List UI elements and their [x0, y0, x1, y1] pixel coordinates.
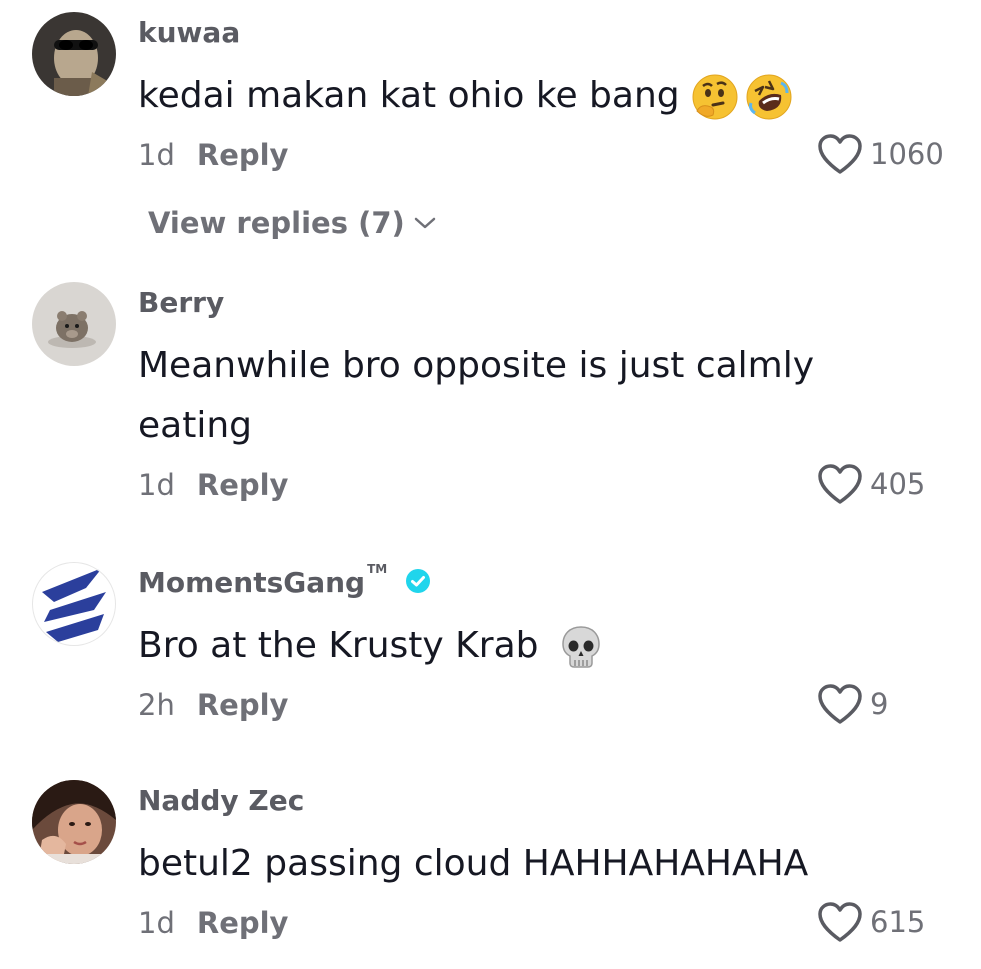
reply-button[interactable]: Reply — [197, 468, 289, 502]
comment-meta: 1d Reply — [138, 138, 288, 172]
comment-text: Meanwhile bro opposite is just calmly ea… — [138, 336, 858, 456]
avatar-image — [32, 562, 116, 646]
avatar-image — [32, 282, 116, 366]
like-button[interactable]: 405 — [816, 462, 925, 506]
comment-text: betul2 passing cloud HAHHAHAHAHA — [138, 834, 878, 894]
avatar[interactable] — [32, 780, 116, 864]
avatar[interactable] — [32, 282, 116, 366]
heart-icon — [816, 132, 864, 176]
username[interactable]: Naddy Zec — [138, 784, 304, 817]
timestamp: 2h — [138, 688, 175, 722]
like-button[interactable]: 615 — [816, 900, 925, 944]
timestamp: 1d — [138, 468, 175, 502]
comment-body: betul2 passing cloud HAHHAHAHAHA — [138, 843, 809, 884]
skull-icon — [560, 625, 602, 669]
comment-text: Bro at the Krusty Krab — [138, 616, 878, 676]
reply-button[interactable]: Reply — [197, 906, 289, 940]
like-count: 1060 — [870, 137, 944, 171]
username[interactable]: MomentsGang TM — [138, 562, 431, 601]
avatar-image — [32, 12, 116, 96]
rolling-on-floor-laughing-icon — [745, 73, 793, 121]
timestamp: 1d — [138, 906, 175, 940]
view-replies-label: View replies (7) — [148, 206, 405, 240]
timestamp: 1d — [138, 138, 175, 172]
username[interactable]: kuwaa — [138, 16, 240, 49]
heart-icon — [816, 900, 864, 944]
username[interactable]: Berry — [138, 286, 224, 319]
like-count: 405 — [870, 467, 926, 501]
chevron-down-icon — [405, 215, 437, 231]
trademark-mark: TM — [367, 562, 388, 576]
comment-text: kedai makan kat ohio ke bang — [138, 66, 878, 126]
like-button[interactable]: 9 — [816, 682, 888, 726]
heart-icon — [816, 462, 864, 506]
thinking-face-icon — [691, 73, 739, 121]
comment-body: kedai makan kat ohio ke bang — [138, 75, 680, 116]
verified-badge-icon — [405, 568, 431, 601]
comment-body: Bro at the Krusty Krab — [138, 625, 539, 666]
username-text: MomentsGang — [138, 566, 366, 599]
comment-body: Meanwhile bro opposite is just calmly ea… — [138, 345, 815, 446]
comment-meta: 1d Reply — [138, 468, 288, 502]
heart-icon — [816, 682, 864, 726]
like-button[interactable]: 1060 — [816, 132, 944, 176]
avatar[interactable] — [32, 12, 116, 96]
avatar[interactable] — [32, 562, 116, 646]
avatar-image — [32, 780, 116, 864]
comment-meta: 1d Reply — [138, 906, 288, 940]
reply-button[interactable]: Reply — [197, 138, 289, 172]
view-replies-button[interactable]: View replies (7) — [148, 206, 437, 240]
comment-meta: 2h Reply — [138, 688, 288, 722]
reply-button[interactable]: Reply — [197, 688, 289, 722]
like-count: 9 — [870, 687, 889, 721]
like-count: 615 — [870, 905, 926, 939]
